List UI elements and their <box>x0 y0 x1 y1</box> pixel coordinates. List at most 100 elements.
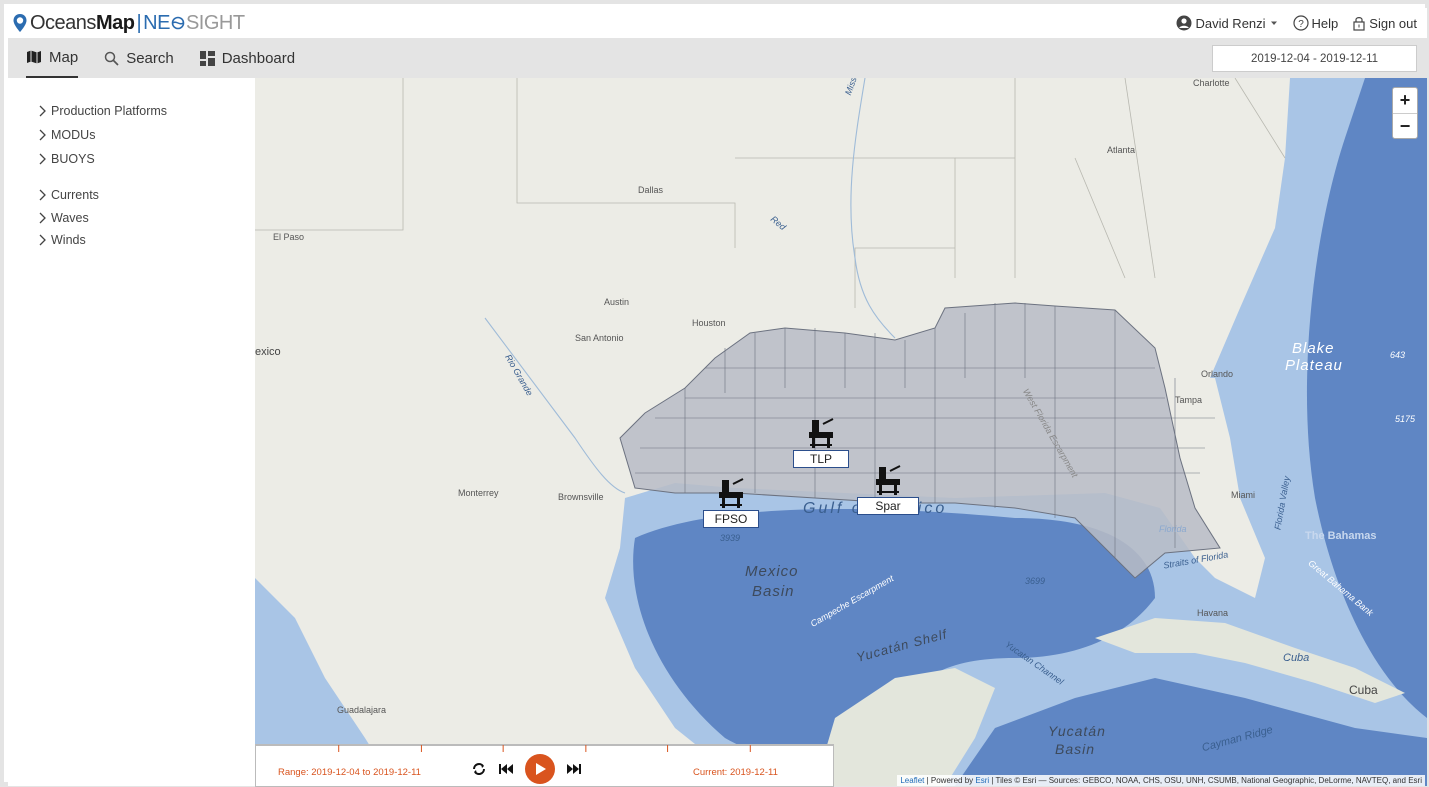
label-san-antonio: San Antonio <box>575 333 624 343</box>
leaflet-link[interactable]: Leaflet <box>900 776 924 785</box>
refresh-icon <box>473 763 485 775</box>
skip-forward-button[interactable] <box>567 763 581 775</box>
layer-buoys[interactable]: BUOYS <box>38 147 167 171</box>
tab-map-label: Map <box>49 48 79 66</box>
layer-label: Waves <box>51 210 89 225</box>
search-icon <box>104 51 119 66</box>
playback-controls <box>471 754 581 784</box>
label-cuba-2: Cuba <box>1349 683 1378 697</box>
globe-icon <box>171 16 185 30</box>
platform-fpso[interactable]: FPSO <box>703 478 759 528</box>
label-monterrey: Monterrey <box>458 488 499 498</box>
brand-oceans: Oceans <box>30 11 96 34</box>
chevron-right-icon <box>39 129 46 141</box>
user-name: David Renzi <box>1195 15 1266 31</box>
platform-label: Spar <box>857 497 919 515</box>
play-button[interactable] <box>525 754 555 784</box>
label-blake-1: Blake <box>1292 340 1335 357</box>
tab-search-label: Search <box>126 49 174 67</box>
help-label: Help <box>1311 15 1339 31</box>
signout-link[interactable]: Sign out <box>1352 15 1417 31</box>
oil-rig-icon <box>876 465 901 495</box>
label-atlanta: Atlanta <box>1107 145 1136 155</box>
asset-layers: Production Platforms MODUs BUOYS <box>38 99 167 171</box>
dashboard-icon <box>199 50 215 66</box>
attribution-powered: | Powered by <box>924 776 976 785</box>
chevron-right-icon <box>39 234 46 246</box>
metocean-layers: Currents Waves Winds <box>38 184 99 252</box>
label-miami: Miami <box>1231 490 1255 500</box>
layer-currents[interactable]: Currents <box>38 184 99 207</box>
zoom-control: + − <box>1392 87 1418 139</box>
label-bahamas: The Bahamas <box>1305 530 1377 542</box>
chevron-right-icon <box>39 189 46 201</box>
label-depth-5175: 5175 <box>1395 414 1416 424</box>
brand-map: Map <box>95 11 135 34</box>
user-menu[interactable]: David Renzi <box>1176 15 1278 31</box>
brand-sight: SIGHT <box>185 11 245 34</box>
label-depth-643: 643 <box>1390 350 1406 360</box>
timeline-panel: Range: 2019-12-04 to 2019-12-11 Current:… <box>255 744 834 787</box>
top-header: Oceans Map | NE SIGHT David Renzi ? Help Sig… <box>8 8 1427 38</box>
layer-production-platforms[interactable]: Production Platforms <box>38 99 167 123</box>
label-guadalajara: Guadalajara <box>337 705 387 715</box>
oil-rig-icon <box>719 478 744 508</box>
zoom-in-button[interactable]: + <box>1393 88 1417 113</box>
chevron-right-icon <box>39 212 46 224</box>
label-depth-3939: 3939 <box>720 533 741 543</box>
map-view[interactable]: Charlotte Atlanta Dallas El Paso Austin … <box>255 78 1427 786</box>
layer-label: Production Platforms <box>51 104 168 118</box>
layer-waves[interactable]: Waves <box>38 207 99 230</box>
label-dallas: Dallas <box>638 185 664 195</box>
layer-label: Currents <box>51 188 99 203</box>
platform-label: FPSO <box>703 510 759 528</box>
app-window: Oceans Map | NE SIGHT David Renzi ? Help Sig… <box>0 0 1429 787</box>
tab-search[interactable]: Search <box>104 38 174 78</box>
label-havana: Havana <box>1197 608 1229 618</box>
skip-back-icon <box>499 764 513 774</box>
label-brownsville: Brownsville <box>558 492 604 502</box>
label-yucatan-basin-1: Yucatán <box>1048 723 1106 739</box>
user-area: David Renzi ? Help Sign out <box>1176 8 1417 38</box>
tab-map[interactable]: Map <box>26 38 79 78</box>
label-cuba-1: Cuba <box>1283 652 1310 664</box>
platform-tlp[interactable]: TLP <box>793 418 849 468</box>
label-elpaso: El Paso <box>273 232 305 242</box>
label-florida: Florida <box>1159 524 1187 534</box>
layer-modus[interactable]: MODUs <box>38 123 167 147</box>
layer-sidebar: Production Platforms MODUs BUOYS Current… <box>8 78 255 786</box>
platform-spar[interactable]: Spar <box>857 465 919 515</box>
date-range-picker[interactable]: 2019-12-04 - 2019-12-11 <box>1212 45 1417 72</box>
label-depth-3699: 3699 <box>1025 576 1046 586</box>
map-icon <box>27 50 41 64</box>
timeline-ticks[interactable] <box>256 745 833 753</box>
loop-button[interactable] <box>471 761 487 777</box>
tab-dashboard[interactable]: Dashboard <box>199 38 295 78</box>
help-link[interactable]: ? Help <box>1292 15 1339 31</box>
user-icon <box>1176 15 1192 31</box>
label-yucatan-basin-2: Basin <box>1055 741 1096 757</box>
layer-label: Winds <box>51 233 86 248</box>
layer-winds[interactable]: Winds <box>38 229 99 252</box>
timeline-range: Range: 2019-12-04 to 2019-12-11 <box>278 767 421 778</box>
chevron-right-icon <box>39 105 46 117</box>
help-icon: ? <box>1292 15 1309 31</box>
label-austin: Austin <box>604 297 630 307</box>
layer-label: BUOYS <box>51 152 95 166</box>
label-mexico-basin-1: Mexico <box>745 563 799 580</box>
platform-label: TLP <box>793 450 849 468</box>
esri-link[interactable]: Esri <box>975 776 989 785</box>
brand-logo[interactable]: Oceans Map | NE SIGHT <box>12 12 245 35</box>
tab-bar: Map Search Dashboard 2019-12-04 - 2019-1… <box>8 38 1427 78</box>
oil-rig-icon <box>809 418 834 448</box>
svg-text:?: ? <box>1298 19 1304 30</box>
label-blake-2: Plateau <box>1285 357 1343 374</box>
play-icon <box>536 763 546 775</box>
timeline-current: Current: 2019-12-11 <box>693 767 778 778</box>
zoom-out-button[interactable]: − <box>1393 113 1417 138</box>
caret-down-icon <box>1270 21 1277 25</box>
map-attribution: Leaflet | Powered by Esri | Tiles © Esri… <box>897 775 1425 786</box>
layer-label: MODUs <box>51 128 96 142</box>
skip-back-button[interactable] <box>499 763 513 775</box>
label-charlotte: Charlotte <box>1193 78 1230 88</box>
